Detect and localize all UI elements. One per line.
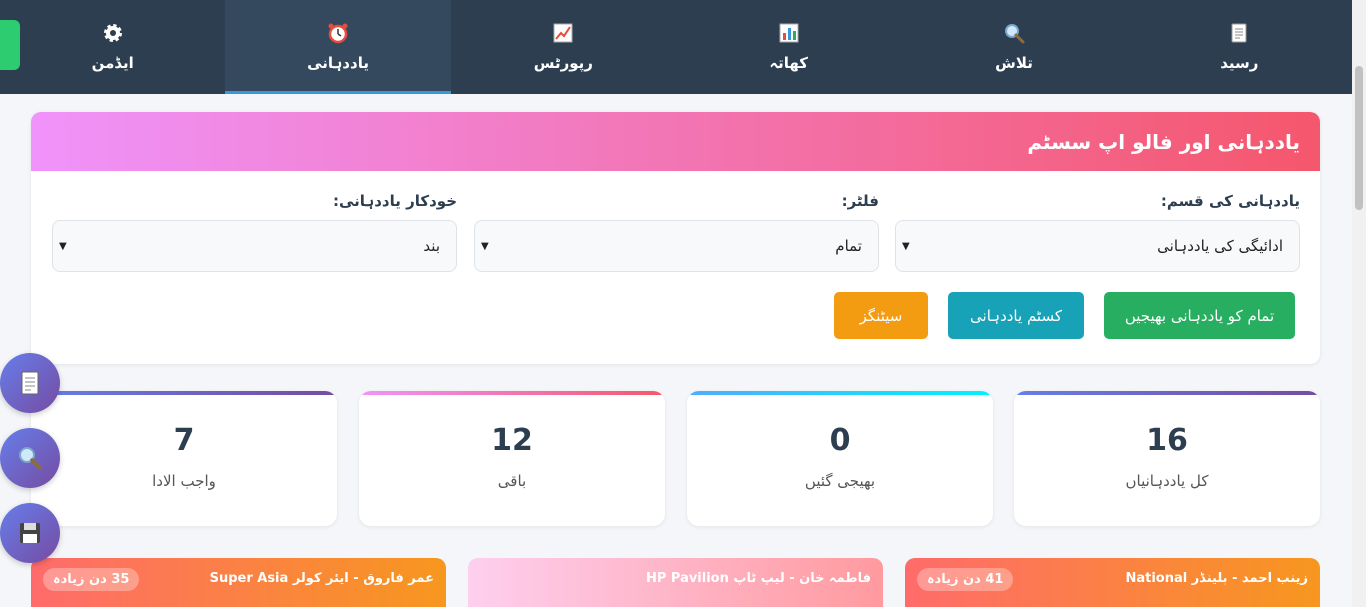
action-buttons: تمام کو یاددہانی بھیجیں کسٹم یاددہانی سی… [834, 292, 1295, 339]
reminder-type-select[interactable]: ادائیگی کی یاددہانی ▼ [895, 220, 1300, 272]
magnifier-icon [1005, 24, 1025, 44]
filters-row: یاددہانی کی قسم: ادائیگی کی یاددہانی ▼ ف… [51, 192, 1300, 272]
nav-tab-reports[interactable]: رپورٹس [451, 0, 676, 94]
panel-header: یاددہانی اور فالو اپ سسٹم [31, 112, 1320, 171]
stat-value: 12 [491, 423, 533, 458]
bar-chart-icon [779, 23, 799, 43]
stat-accent-bar [359, 391, 665, 395]
reminder-card[interactable]: زینب احمد - بلینڈر National 41 دن زیادہ [905, 558, 1320, 607]
stat-accent-bar [1014, 391, 1320, 395]
line-chart-icon [553, 23, 573, 43]
floating-receipt-button[interactable] [0, 353, 60, 413]
floating-save-button[interactable] [0, 503, 60, 563]
nav-tab-admin[interactable]: ایڈمن [0, 0, 225, 94]
reminder-title: عمر فاروق - ایئر کولر Super Asia [209, 571, 434, 586]
overdue-badge: 35 دن زیادہ [43, 568, 140, 591]
select-value: تمام [835, 237, 862, 255]
nav-label: رسید [1220, 54, 1259, 72]
chevron-down-icon: ▼ [59, 240, 67, 252]
chevron-down-icon: ▼ [481, 240, 489, 252]
gear-icon [103, 24, 122, 42]
reminder-system-panel: یاددہانی اور فالو اپ سسٹم یاددہانی کی قس… [31, 112, 1320, 364]
floppy-disk-icon [20, 523, 40, 543]
auto-reminder-group: خودکار یاددہانی: بند ▼ [52, 192, 457, 272]
stat-accent-bar [31, 391, 337, 395]
nav-tab-receipt[interactable]: رسید [1127, 0, 1352, 94]
stat-label: واجب الادا [152, 472, 216, 490]
stat-label: بھیجی گئیں [804, 472, 876, 490]
send-all-reminders-button[interactable]: تمام کو یاددہانی بھیجیں [1104, 292, 1295, 339]
document-icon [21, 371, 39, 395]
stat-value: 7 [173, 423, 195, 458]
stat-value: 16 [1146, 423, 1188, 458]
stat-accent-bar [687, 391, 993, 395]
nav-tab-search[interactable]: تلاش [901, 0, 1126, 94]
stat-card-overdue: 7 واجب الادا [31, 391, 337, 526]
filter-label: فلٹر: [841, 192, 879, 210]
auto-reminder-label: خودکار یاددہانی: [332, 192, 457, 210]
overdue-badge: 41 دن زیادہ [917, 568, 1014, 591]
nav-label: رپورٹس [533, 54, 593, 72]
nav-tab-ledger[interactable]: کھاتہ [676, 0, 901, 94]
auto-reminder-select[interactable]: بند ▼ [52, 220, 457, 272]
filter-group: فلٹر: تمام ▼ [474, 192, 879, 272]
stat-label: باقی [497, 472, 527, 490]
settings-button[interactable]: سیٹنگز [834, 292, 928, 339]
nav-label: ایڈمن [91, 54, 134, 72]
custom-reminder-button[interactable]: کسٹم یاددہانی [948, 292, 1084, 339]
reminder-card[interactable]: فاطمہ خان - لیپ ٹاپ HP Pavilion [468, 558, 883, 607]
select-value: بند [423, 237, 440, 255]
nav-label: یاددہانی [307, 54, 369, 72]
side-toggle-tab[interactable] [0, 20, 20, 70]
scrollbar-thumb[interactable] [1355, 66, 1363, 210]
reminder-card[interactable]: عمر فاروق - ایئر کولر Super Asia 35 دن ز… [31, 558, 446, 607]
floating-search-button[interactable] [0, 428, 60, 488]
stat-label: کل یاددہانیاں [1125, 472, 1209, 490]
chevron-down-icon: ▼ [902, 240, 910, 252]
nav-label: تلاش [995, 54, 1033, 72]
stat-card-total: 16 کل یاددہانیاں [1014, 391, 1320, 526]
page-scrollbar[interactable] [1352, 0, 1366, 607]
filter-select[interactable]: تمام ▼ [474, 220, 879, 272]
reminder-type-label: یاددہانی کی قسم: [1160, 192, 1300, 210]
magnifier-icon [19, 447, 42, 470]
stat-card-pending: 12 باقی [359, 391, 665, 526]
nav-tab-reminders[interactable]: یاددہانی [225, 0, 452, 94]
select-value: ادائیگی کی یاددہانی [1157, 237, 1283, 255]
stat-value: 0 [829, 423, 851, 458]
alarm-clock-icon [328, 23, 348, 44]
panel-title: یاددہانی اور فالو اپ سسٹم [1027, 129, 1300, 154]
reminder-type-group: یاددہانی کی قسم: ادائیگی کی یاددہانی ▼ [895, 192, 1300, 272]
reminder-title: زینب احمد - بلینڈر National [1125, 571, 1308, 586]
top-nav: رسید تلاش کھاتہ رپورٹس یاددہانی ایڈمن [0, 0, 1352, 94]
reminder-title: فاطمہ خان - لیپ ٹاپ HP Pavilion [645, 571, 871, 586]
nav-label: کھاتہ [769, 54, 809, 72]
document-icon [1231, 23, 1247, 43]
stat-card-sent: 0 بھیجی گئیں [687, 391, 993, 526]
